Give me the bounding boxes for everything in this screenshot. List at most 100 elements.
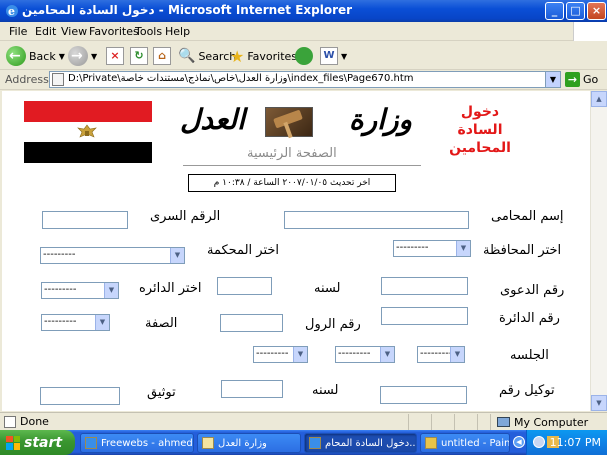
zone-text: My Computer bbox=[514, 415, 589, 429]
address-input[interactable]: D:\Private\وزارة العدل\خاص\نماذج\مستندات… bbox=[49, 71, 561, 88]
capacity-dropdown-icon[interactable]: ▼ bbox=[95, 315, 109, 330]
taskbar-item-label: untitled - Paint bbox=[441, 437, 510, 449]
stop-button[interactable]: × bbox=[106, 44, 124, 68]
governorate-select[interactable]: --------- ▼ bbox=[393, 240, 471, 257]
menu-file[interactable]: File bbox=[9, 25, 27, 38]
gavel-icon bbox=[265, 107, 313, 139]
ministry-word-ministry: وزارة bbox=[348, 103, 412, 136]
start-button[interactable]: start bbox=[0, 430, 75, 455]
status-segment bbox=[477, 414, 478, 430]
court-dropdown-icon[interactable]: ▼ bbox=[170, 248, 184, 263]
system-tray: 11:07 PM bbox=[526, 430, 607, 455]
back-arrow-icon bbox=[6, 46, 26, 66]
menu-view[interactable]: View bbox=[61, 25, 87, 38]
circuit-dropdown-icon[interactable]: ▼ bbox=[104, 283, 118, 298]
back-dropdown-icon[interactable]: ▼ bbox=[59, 52, 65, 61]
lawyer-name-label: إسم المحامى bbox=[491, 209, 564, 224]
address-label: Address bbox=[5, 73, 49, 86]
session-month-dropdown-icon[interactable]: ▼ bbox=[380, 347, 394, 362]
case-number-label: رقم الدعوى bbox=[500, 283, 565, 298]
search-icon: 🔍 bbox=[178, 48, 196, 64]
go-arrow-icon: → bbox=[565, 72, 580, 87]
governorate-label: اختر المحافظة bbox=[483, 243, 562, 258]
status-segment bbox=[408, 414, 409, 430]
page-done-icon bbox=[4, 415, 16, 428]
forward-button[interactable]: ▼ bbox=[68, 44, 97, 68]
session-day-dropdown-icon[interactable]: ▼ bbox=[450, 347, 464, 362]
home-button[interactable]: ⌂ bbox=[153, 44, 171, 68]
maximize-button[interactable]: □ bbox=[566, 2, 585, 20]
favorites-label: Favorites bbox=[247, 49, 298, 63]
status-bar: Done My Computer bbox=[0, 412, 607, 430]
paint-icon bbox=[425, 437, 437, 449]
menu-edit[interactable]: Edit bbox=[35, 25, 56, 38]
login-heading-line2: السادة المحامين bbox=[449, 122, 511, 156]
address-url: D:\Private\وزارة العدل\خاص\نماذج\مستندات… bbox=[68, 73, 414, 84]
go-button[interactable]: → Go bbox=[565, 72, 598, 87]
authentication-input[interactable] bbox=[40, 387, 120, 405]
forward-dropdown-icon[interactable]: ▼ bbox=[91, 52, 97, 61]
case-number-input[interactable] bbox=[381, 277, 468, 295]
volume-icon[interactable] bbox=[533, 436, 545, 448]
scroll-down-icon[interactable]: ▼ bbox=[591, 395, 607, 411]
internet-explorer-icon: e bbox=[6, 5, 18, 18]
governorate-dropdown-icon[interactable]: ▼ bbox=[456, 241, 470, 256]
vertical-scrollbar[interactable]: ▲ ▼ bbox=[590, 91, 607, 411]
ie-task-icon bbox=[309, 437, 321, 449]
taskbar-item-lawyers-login[interactable]: دخول السادة المحام... bbox=[304, 433, 417, 453]
word-button[interactable]: W ▼ bbox=[320, 44, 347, 68]
ministry-logo: العدل وزارة bbox=[180, 103, 412, 141]
favorites-button[interactable]: ★ Favorites bbox=[230, 44, 297, 68]
case-year-input[interactable] bbox=[217, 277, 272, 295]
session-year-dropdown-icon[interactable]: ▼ bbox=[293, 347, 307, 362]
login-heading: دخول السادة المحامين bbox=[430, 103, 530, 157]
menu-tools[interactable]: Tools bbox=[135, 25, 162, 38]
capacity-select[interactable]: --------- ▼ bbox=[41, 314, 110, 331]
svg-text:e: e bbox=[8, 5, 15, 18]
address-dropdown-icon[interactable]: ▼ bbox=[545, 72, 560, 87]
security-zone: My Computer bbox=[490, 414, 607, 430]
menu-bar: File Edit View Favorites Tools Help bbox=[0, 22, 607, 41]
court-select[interactable]: --------- ▼ bbox=[40, 247, 185, 264]
status-segment bbox=[454, 414, 455, 430]
session-year-select[interactable]: --------- ▼ bbox=[253, 346, 308, 363]
search-button[interactable]: 🔍 Search bbox=[178, 44, 236, 68]
session-day-select[interactable]: --------- ▼ bbox=[417, 346, 465, 363]
home-link[interactable]: الصفحة الرئيسية bbox=[247, 146, 337, 161]
capacity-label: الصفة bbox=[145, 316, 178, 331]
word-dropdown-icon[interactable]: ▼ bbox=[341, 52, 347, 61]
session-month-value: --------- bbox=[338, 348, 371, 359]
windows-logo bbox=[573, 22, 607, 41]
scroll-up-icon[interactable]: ▲ bbox=[591, 91, 607, 107]
title-bar: e دخول السادة المحامين - Microsoft Inter… bbox=[0, 0, 607, 22]
circuit-number-input[interactable] bbox=[381, 307, 468, 325]
tray-expand-icon[interactable]: ◀ bbox=[513, 436, 525, 448]
secret-number-input[interactable] bbox=[42, 211, 128, 229]
media-icon bbox=[295, 47, 313, 65]
back-button[interactable]: Back ▼ bbox=[6, 44, 65, 68]
roll-number-input[interactable] bbox=[220, 314, 283, 332]
forward-arrow-icon bbox=[68, 46, 88, 66]
power-of-attorney-input[interactable] bbox=[380, 386, 467, 404]
home-icon: ⌂ bbox=[153, 47, 171, 65]
court-label: اختر المحكمة bbox=[207, 243, 280, 258]
taskbar-item-label: دخول السادة المحام... bbox=[325, 437, 416, 449]
page-content: العدل وزارة الصفحة الرئيسية دخول السادة … bbox=[2, 91, 590, 411]
refresh-button[interactable]: ↻ bbox=[130, 44, 148, 68]
taskbar-item-paint[interactable]: untitled - Paint bbox=[420, 433, 510, 453]
lawyer-name-input[interactable] bbox=[284, 211, 469, 229]
circuit-select[interactable]: --------- ▼ bbox=[41, 282, 119, 299]
media-button[interactable] bbox=[295, 44, 313, 68]
start-label: start bbox=[24, 434, 63, 451]
close-button[interactable]: × bbox=[587, 2, 606, 20]
menu-help[interactable]: Help bbox=[165, 25, 190, 38]
folder-icon bbox=[202, 437, 214, 449]
session-month-select[interactable]: --------- ▼ bbox=[335, 346, 395, 363]
minimize-button[interactable]: _ bbox=[545, 2, 564, 20]
authentication-label: توثيق bbox=[147, 385, 176, 400]
taskbar-item-folder[interactable]: وزارة العدل bbox=[197, 433, 301, 453]
status-text: Done bbox=[20, 415, 49, 428]
menu-favorites[interactable]: Favorites bbox=[89, 25, 139, 38]
attorney-year-input[interactable] bbox=[221, 380, 283, 398]
taskbar-item-freewebs[interactable]: Freewebs - ahmed... bbox=[80, 433, 194, 453]
